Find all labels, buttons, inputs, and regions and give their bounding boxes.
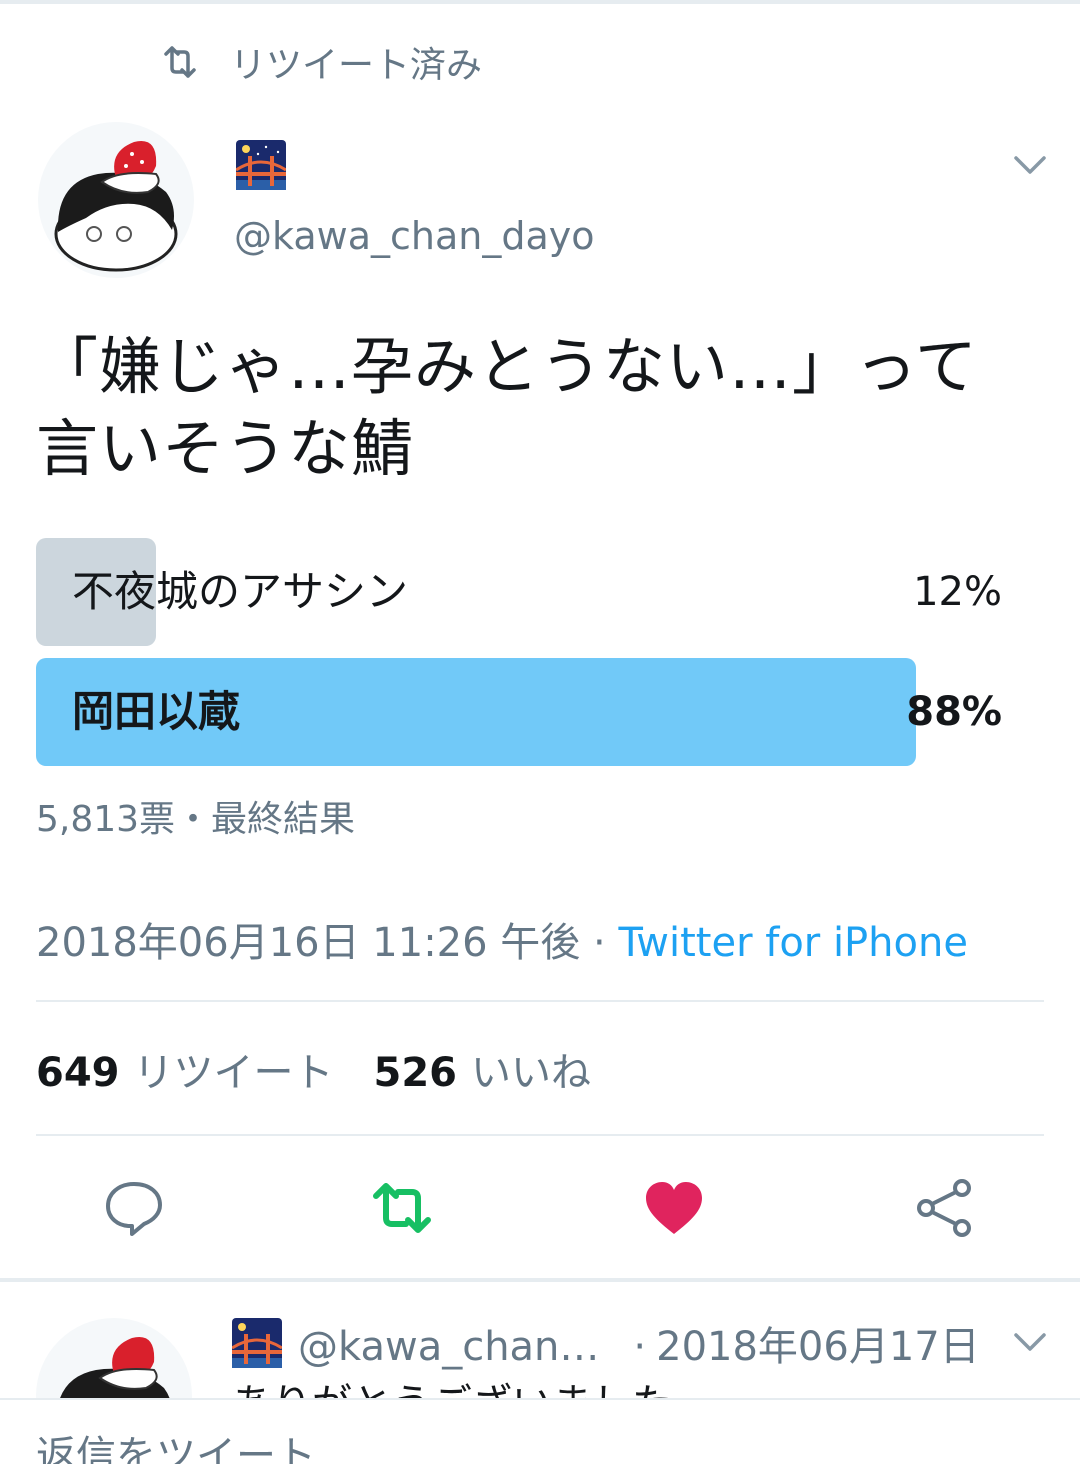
divider [36,1134,1044,1136]
divider [36,1000,1044,1002]
section-divider [0,1278,1080,1282]
share-icon[interactable] [912,1176,976,1240]
retweet-icon[interactable] [370,1176,434,1240]
like-count-label[interactable]: いいね [471,1050,591,1096]
reply-header: @kawa_chan… · 2018年06月17日 [298,1314,980,1372]
retweet-count-label[interactable]: リツイート [134,1050,334,1096]
poll-option-winner: 岡田以蔵 88% [36,658,1006,766]
meta-separator: · [580,920,619,966]
reply-separator: · [633,1324,647,1370]
user-handle[interactable]: @kawa_chan_dayo [234,214,594,258]
bridge-at-night-emoji [236,140,286,190]
retweet-count[interactable]: 649 [36,1050,120,1096]
poll-option-label: 岡田以蔵 [72,687,241,736]
avatar-illustration [54,141,178,272]
like-count[interactable]: 526 [374,1050,458,1096]
tweet-meta: 2018年06月16日 11:26 午後 · Twitter for iPhon… [36,910,968,968]
poll-option-percent: 12% [913,569,1002,615]
tweet-text: 「嫌じゃ…孕みとうない…」って言いそうな鯖 [36,330,978,485]
reply-date: 2018年06月17日 [656,1324,980,1370]
poll-option-label: 不夜城のアサシン [72,567,409,616]
retweeted-label: リツイート済み [230,45,483,86]
poll-option-percent: 88% [906,689,1002,735]
reply-composer [0,1398,1080,1464]
chevron-down-icon[interactable] [1010,148,1050,184]
tweet-timestamp: 2018年06月16日 11:26 午後 [36,920,581,966]
tweet-source-link[interactable]: Twitter for iPhone [618,920,968,966]
top-divider [0,0,1080,4]
retweet-icon [164,46,196,78]
chevron-down-icon[interactable] [1010,1326,1050,1360]
bridge-at-night-emoji [232,1318,282,1368]
reply-input[interactable] [36,1426,1036,1464]
heart-icon[interactable] [642,1176,706,1240]
retweeted-indicator: リツイート済み [160,36,482,88]
reply-handle[interactable]: @kawa_chan… [298,1324,599,1370]
reply-icon[interactable] [102,1176,166,1240]
poll-option: 不夜城のアサシン 12% [36,538,1006,646]
tweet-detail-screen: リツイート済み @kawa_chan_dayo 「嫌じゃ…孕みとうない…」って言… [0,0,1080,1464]
avatar[interactable] [38,122,194,278]
engagement-counts: 649 リツイート 526 いいね [36,1040,591,1098]
poll-summary: 5,813票・最終結果 [36,799,356,840]
